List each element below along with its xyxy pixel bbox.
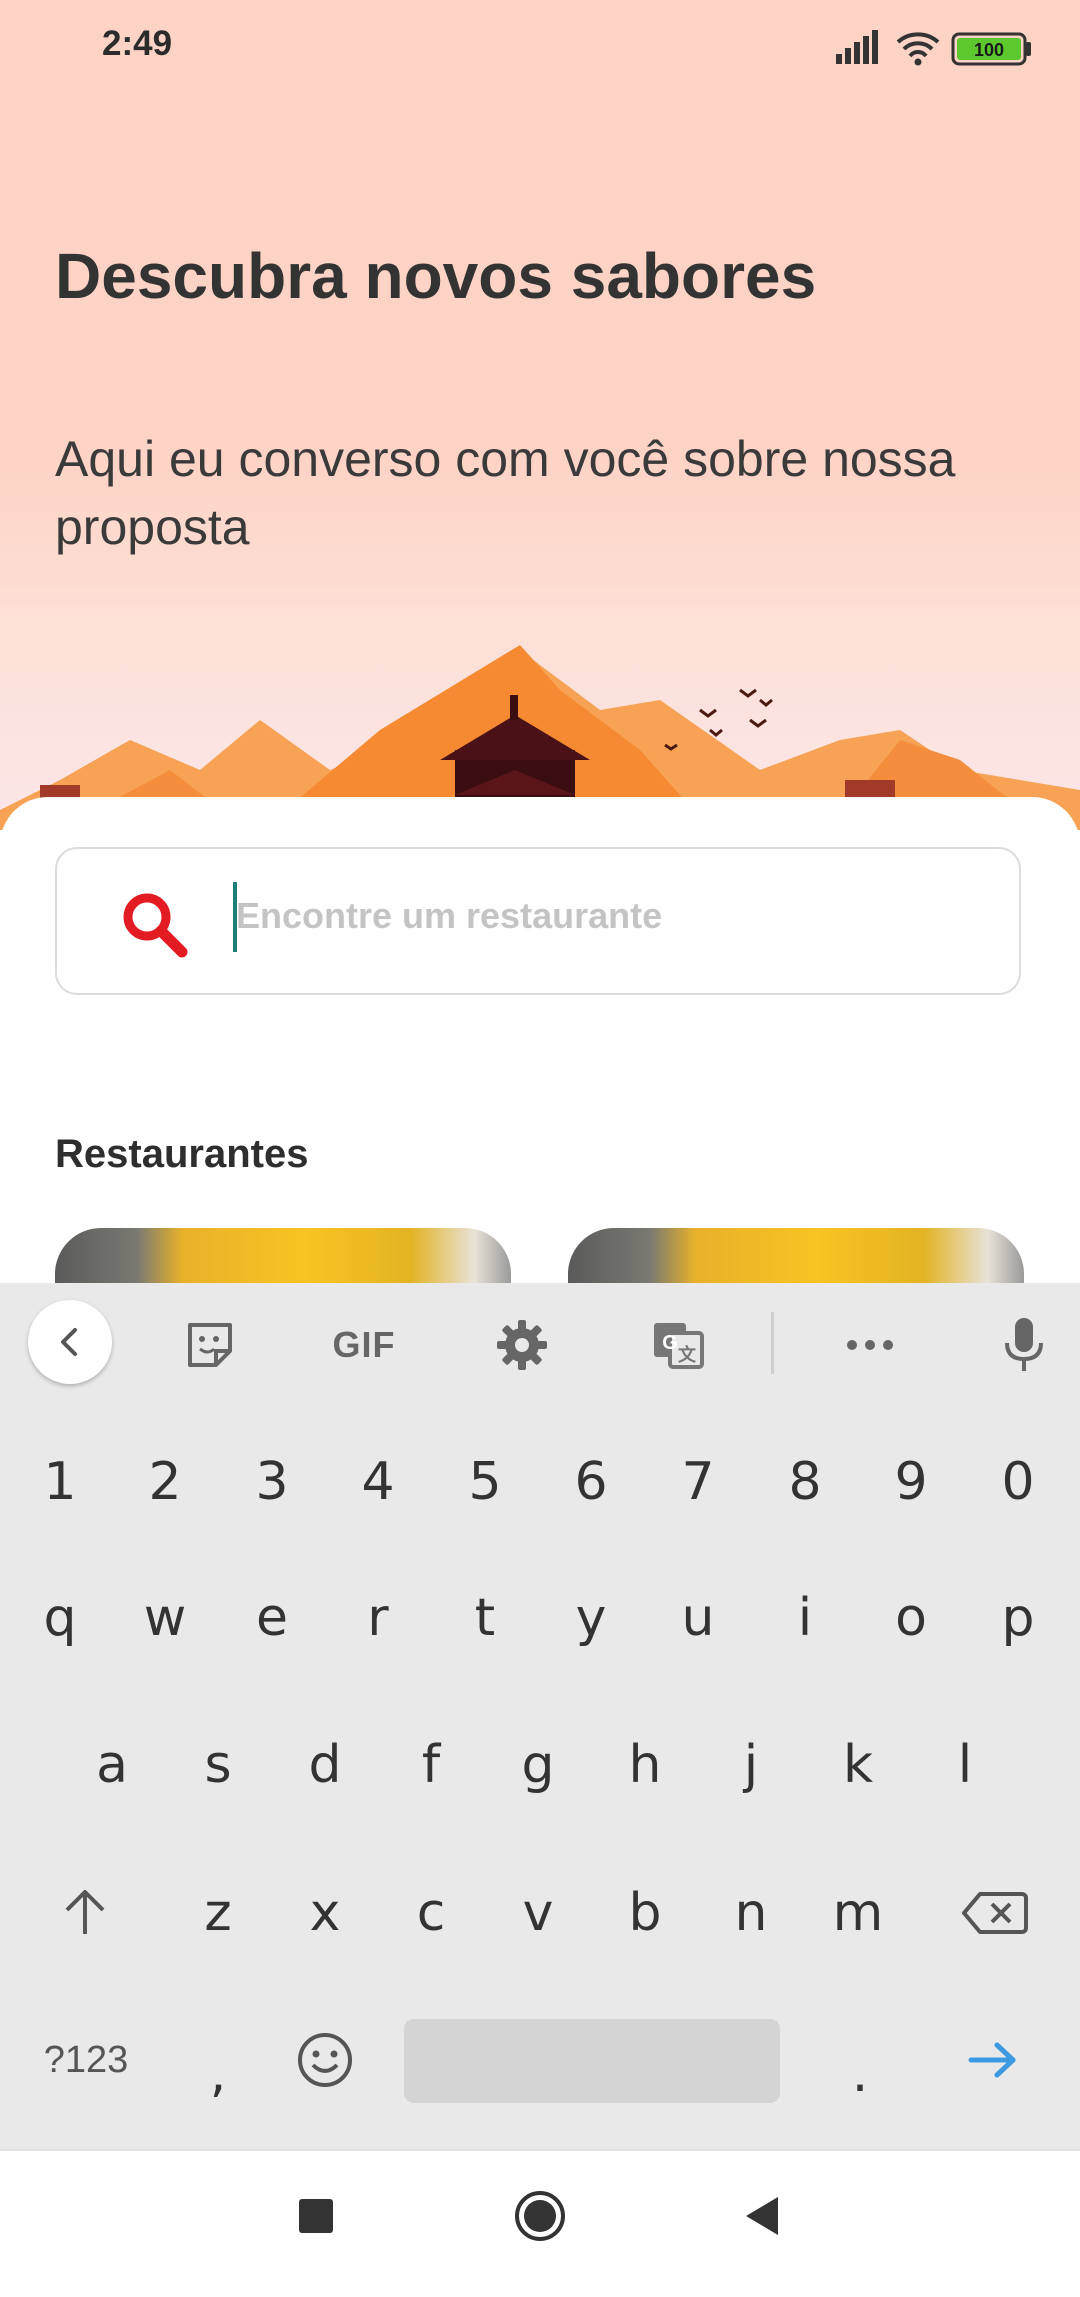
key-i[interactable]: i [755,1558,855,1678]
arrow-right-icon [968,2042,1016,2078]
search-input[interactable] [236,880,996,952]
more-button[interactable] [830,1305,910,1385]
key-n[interactable]: n [701,1853,801,1973]
comma-key[interactable]: , [168,2000,268,2120]
translate-icon: G 文 [654,1323,704,1369]
keyboard-collapse-button[interactable] [28,1300,112,1384]
key-g[interactable]: g [488,1705,588,1825]
key-5[interactable]: 5 [435,1422,535,1542]
hero-banner [0,0,1080,830]
key-z[interactable]: z [168,1853,268,1973]
key-4[interactable]: 4 [328,1422,428,1542]
key-x[interactable]: x [275,1853,375,1973]
shift-key[interactable] [35,1853,135,1973]
recent-apps-icon [299,2199,333,2233]
key-7[interactable]: 7 [648,1422,748,1542]
key-s[interactable]: s [168,1705,268,1825]
hero-title: Descubra novos sabores [55,240,817,312]
sticker-button[interactable] [170,1305,250,1385]
key-d[interactable]: d [275,1705,375,1825]
key-p[interactable]: p [968,1558,1068,1678]
status-time: 2:49 [102,24,173,63]
back-button[interactable] [742,2194,782,2238]
key-j[interactable]: j [701,1705,801,1825]
key-6[interactable]: 6 [541,1422,641,1542]
svg-text:G: G [662,1332,678,1354]
key-u[interactable]: u [648,1558,748,1678]
chevron-left-icon [61,1328,77,1356]
text-cursor [233,882,237,952]
translate-button[interactable]: G 文 [638,1305,718,1385]
key-k[interactable]: k [808,1705,908,1825]
svg-text:文: 文 [678,1344,697,1365]
key-c[interactable]: c [381,1853,481,1973]
back-icon [746,2197,778,2235]
key-f[interactable]: f [381,1705,481,1825]
svg-text:100: 100 [974,40,1004,60]
backspace-key[interactable] [945,1853,1045,1973]
emoji-key[interactable] [275,2000,375,2120]
home-icon [515,2191,565,2241]
gif-button[interactable]: GIF [324,1305,404,1385]
recent-apps-button[interactable] [296,2196,336,2236]
enter-key[interactable] [943,2000,1043,2120]
sticker-icon [188,1323,232,1367]
toolbar-divider [771,1312,774,1374]
key-9[interactable]: 9 [861,1422,961,1542]
key-y[interactable]: y [541,1558,641,1678]
backspace-icon [962,1892,1028,1934]
key-l[interactable]: l [915,1705,1015,1825]
wifi-icon [896,32,940,58]
key-e[interactable]: e [222,1558,322,1678]
key-b[interactable]: b [595,1853,695,1973]
key-8[interactable]: 8 [755,1422,855,1542]
key-t[interactable]: t [435,1558,535,1678]
key-r[interactable]: r [328,1558,428,1678]
key-q[interactable]: q [10,1558,110,1678]
key-m[interactable]: m [808,1853,908,1973]
key-a[interactable]: a [62,1705,162,1825]
key-1[interactable]: 1 [10,1422,110,1542]
key-3[interactable]: 3 [222,1422,322,1542]
settings-button[interactable] [482,1305,562,1385]
emoji-icon [298,2033,352,2087]
key-h[interactable]: h [595,1705,695,1825]
symbols-key[interactable]: ?123 [16,2000,156,2120]
key-2[interactable]: 2 [115,1422,215,1542]
key-0[interactable]: 0 [968,1422,1068,1542]
home-button[interactable] [514,2190,566,2242]
shift-icon [65,1890,105,1934]
key-w[interactable]: w [115,1558,215,1678]
status-icons: 100 [836,30,1031,66]
period-key[interactable]: . [810,2000,910,2120]
restaurant-card[interactable] [568,1228,1024,1288]
restaurant-card[interactable] [55,1228,511,1288]
key-o[interactable]: o [861,1558,961,1678]
key-v[interactable]: v [488,1853,588,1973]
battery-icon: 100 [951,32,1031,66]
restaurants-heading: Restaurantes [55,1132,309,1176]
hero-subtitle: Aqui eu converso com você sobre nossa pr… [55,431,956,555]
more-icon [847,1340,893,1350]
space-key[interactable] [404,2019,780,2103]
mic-icon [1005,1318,1043,1371]
gear-icon [497,1320,547,1370]
search-icon [123,893,188,958]
signal-icon [836,30,878,64]
voice-input-button[interactable] [984,1305,1064,1385]
